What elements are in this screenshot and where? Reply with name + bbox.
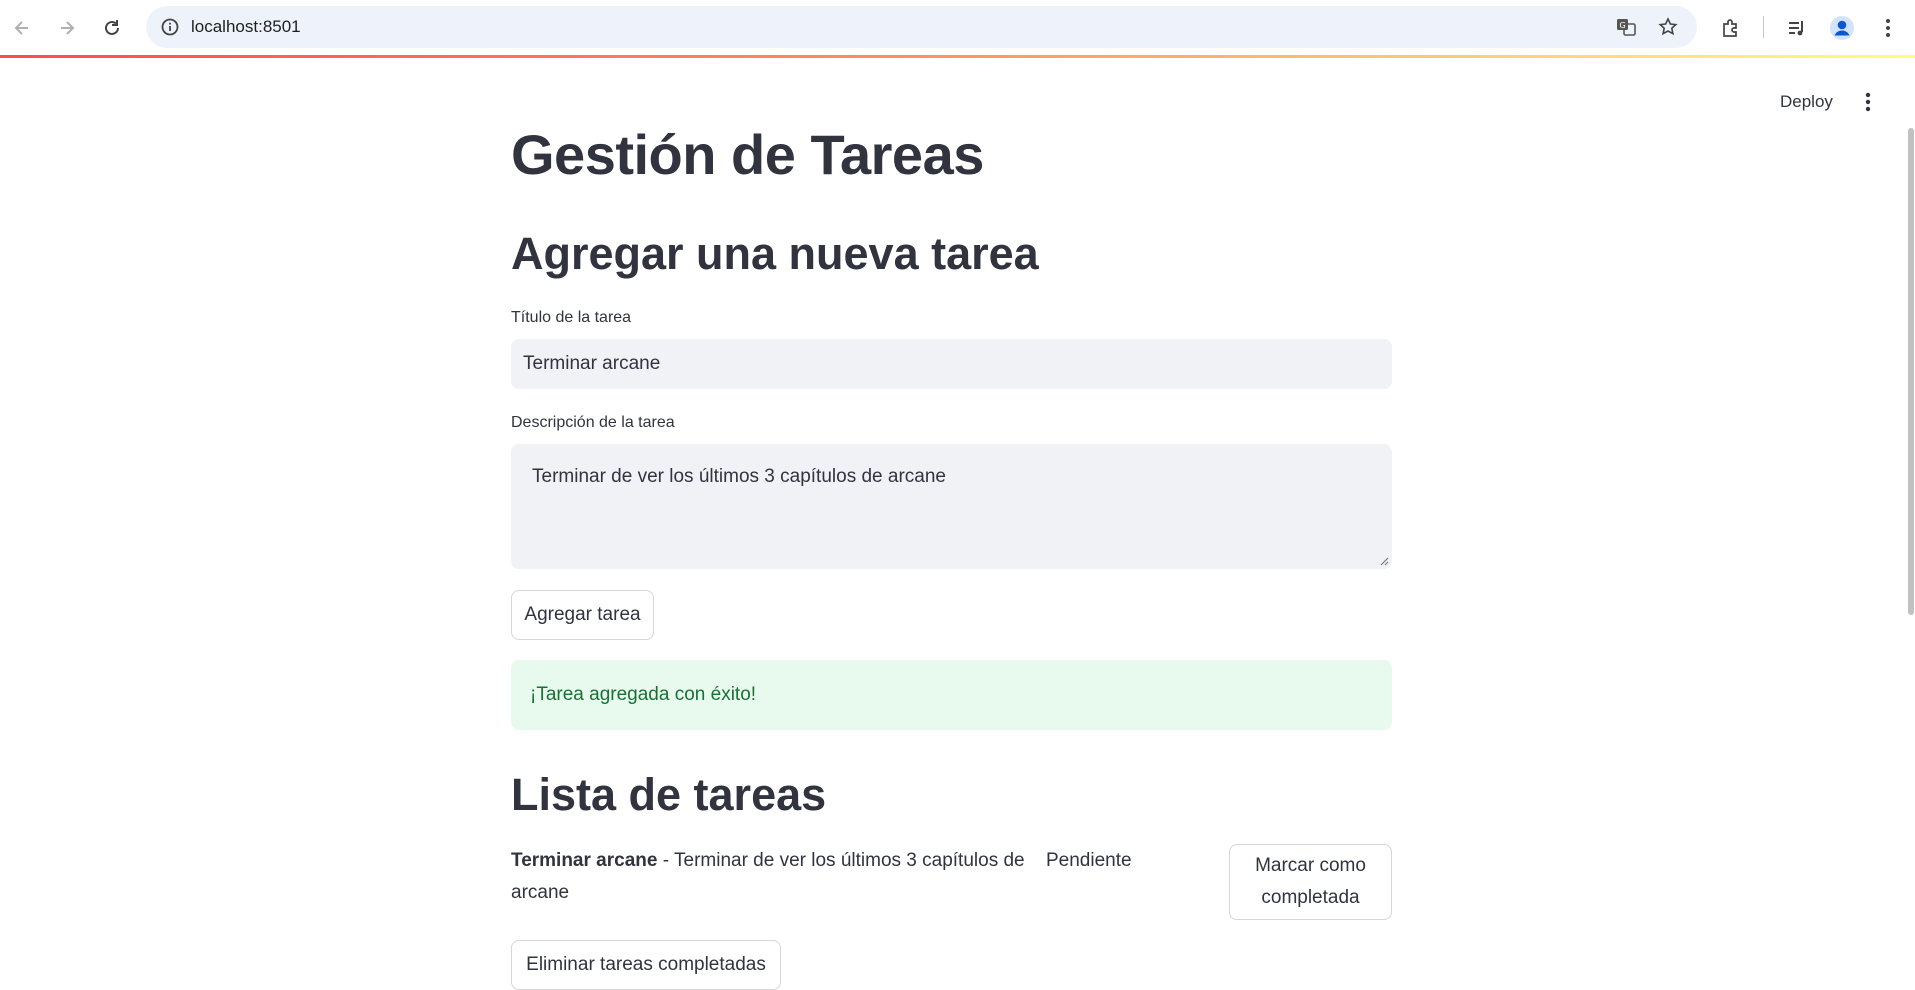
browser-toolbar: localhost:8501 G [0, 0, 1915, 58]
task-description-label: Descripción de la tarea [511, 414, 675, 431]
task-item-title: Terminar arcane [511, 850, 658, 871]
task-title-label: Título de la tarea [511, 309, 632, 326]
success-alert: ¡Tarea agregada con éxito! [511, 660, 1392, 730]
translate-icon[interactable]: G [1614, 15, 1638, 39]
app-status-line [0, 55, 1915, 58]
task-item-separator: - [657, 850, 674, 871]
browser-menu-icon[interactable] [1872, 12, 1904, 44]
deploy-button[interactable]: Deploy [1768, 88, 1845, 116]
url-text[interactable]: localhost:8501 [191, 17, 301, 37]
reload-button[interactable] [96, 12, 128, 44]
back-button[interactable] [6, 12, 38, 44]
mark-completed-button[interactable]: Marcar como completada [1229, 844, 1392, 920]
task-description-value[interactable]: Terminar de ver los últimos 3 capítulos … [532, 466, 946, 487]
site-info-icon[interactable] [158, 15, 182, 39]
add-task-button[interactable]: Agregar tarea [511, 590, 654, 640]
scrollbar-thumb[interactable] [1908, 128, 1914, 615]
svg-text:G: G [1620, 21, 1626, 30]
toolbar-divider [1763, 16, 1764, 38]
page-title: Gestión de Tareas [511, 123, 984, 186]
list-item: Terminar arcane - Terminar de ver los úl… [511, 845, 1031, 909]
task-list-heading: Lista de tareas [511, 769, 827, 820]
profile-avatar-icon[interactable] [1826, 12, 1858, 44]
address-bar[interactable]: localhost:8501 G [146, 6, 1697, 48]
extensions-icon[interactable] [1715, 12, 1747, 44]
task-title-value[interactable]: Terminar arcane [523, 353, 660, 375]
task-title-input[interactable]: Terminar arcane [511, 339, 1392, 389]
delete-completed-button[interactable]: Eliminar tareas completadas [511, 940, 781, 990]
resize-handle-icon[interactable] [1379, 556, 1389, 566]
success-message: ¡Tarea agregada con éxito! [530, 684, 757, 705]
add-task-heading: Agregar una nueva tarea [511, 228, 1039, 279]
bookmark-star-icon[interactable] [1656, 15, 1680, 39]
task-status: Pendiente [1046, 850, 1132, 871]
app-menu-icon[interactable] [1854, 88, 1882, 116]
media-control-icon[interactable] [1781, 12, 1813, 44]
forward-button[interactable] [51, 12, 83, 44]
forward-arrow-icon [61, 21, 75, 35]
task-description-textarea[interactable]: Terminar de ver los últimos 3 capítulos … [511, 444, 1392, 569]
back-arrow-icon [14, 21, 28, 35]
reload-icon [105, 20, 119, 35]
